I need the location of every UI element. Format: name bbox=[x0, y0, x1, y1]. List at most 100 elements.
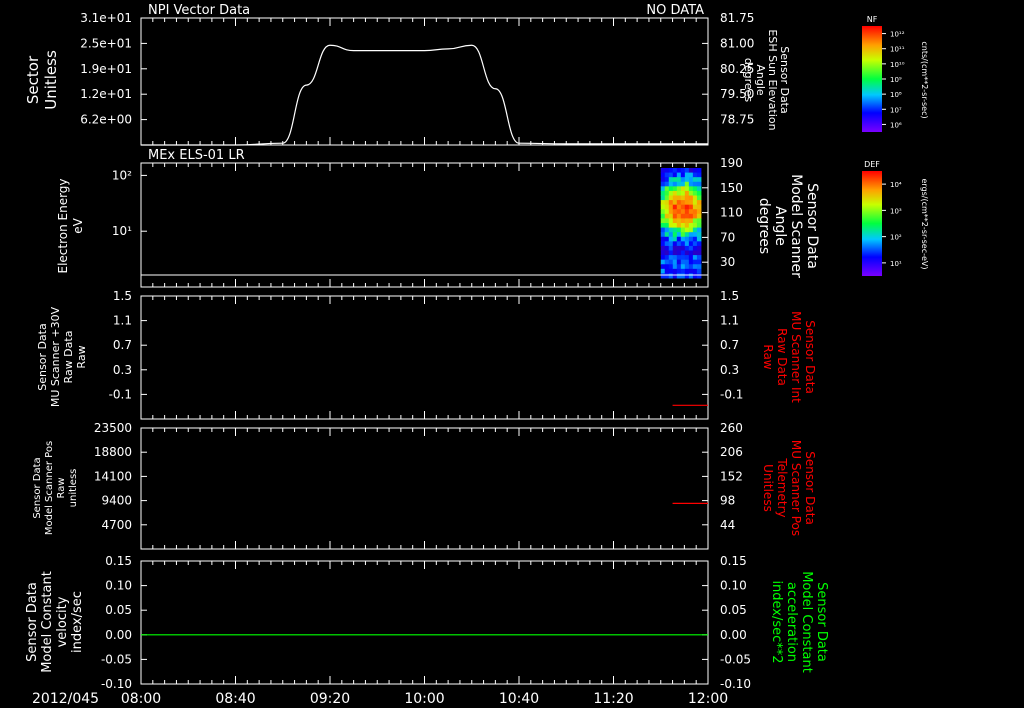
spectrogram-cell bbox=[696, 273, 702, 279]
panel-5-right-tick-label: 0.15 bbox=[720, 554, 747, 568]
panel-2-frame bbox=[140, 162, 709, 288]
spectrogram-cell bbox=[672, 227, 678, 233]
spectrogram-cell bbox=[660, 186, 666, 192]
panel-4-frame bbox=[140, 427, 709, 550]
panel-4-left-label-4: unitless bbox=[68, 469, 79, 508]
spectrogram-cell bbox=[688, 245, 694, 251]
panel-2-left-tick-label: 10¹ bbox=[112, 224, 132, 238]
spectrogram-cell bbox=[688, 204, 694, 210]
spectrogram-cell bbox=[676, 232, 682, 238]
panel-5-frame bbox=[140, 560, 709, 685]
panel-4: 23500 18800 14100 9400 4700 260 206 152 98 44 Se… bbox=[32, 421, 817, 550]
spectrogram-cell bbox=[692, 273, 698, 279]
spectrogram-cell bbox=[688, 168, 694, 174]
spectrogram-cell bbox=[688, 255, 694, 261]
spectrogram-cell bbox=[688, 273, 694, 279]
spectrogram-cell bbox=[664, 259, 670, 265]
spectrogram-cell bbox=[672, 273, 678, 279]
spectrogram-cell bbox=[664, 264, 670, 270]
panel-1-left-ticks: 3.1e+01 2.5e+01 1.9e+01 1.2e+01 6.2e+00 bbox=[80, 11, 709, 145]
panel-3-left-label-2: MU Scanner +30V bbox=[49, 306, 62, 407]
spectrogram-cell bbox=[680, 268, 686, 274]
spectrogram-cell bbox=[660, 177, 666, 183]
spectrogram-cell bbox=[668, 227, 674, 233]
spectrogram-cell bbox=[676, 245, 682, 251]
spectrogram-cell bbox=[692, 268, 698, 274]
spectrogram-cell bbox=[672, 255, 678, 261]
spectrogram-cell bbox=[688, 172, 694, 178]
panel-2: MEx ELS-01 LR 10² 10¹ 190 150 110 70 30 Elect… bbox=[56, 148, 820, 288]
spectrogram-cell bbox=[680, 227, 686, 233]
spectrogram-cell bbox=[692, 236, 698, 242]
spectrogram-cell bbox=[692, 255, 698, 261]
spectrogram-cell bbox=[692, 177, 698, 183]
colorbar-tick-label: 10¹¹ bbox=[890, 46, 905, 54]
panel-3-left-ticks: 1.5 1.1 0.7 0.3 -0.1 bbox=[109, 289, 709, 419]
panel-1-right-tick-label: 81.75 bbox=[720, 11, 754, 25]
panel-3-left-label-1: Sensor Data bbox=[36, 323, 49, 390]
panel-5-left-tick-label: 0.00 bbox=[105, 628, 132, 642]
spectrogram-cell bbox=[672, 264, 678, 270]
panel-4-left-tick-label: 14100 bbox=[94, 469, 132, 483]
spectrogram-cell bbox=[668, 264, 674, 270]
spectrogram-cell bbox=[680, 245, 686, 251]
panel-2-spectrogram bbox=[660, 168, 702, 279]
spectrogram-cell bbox=[684, 190, 690, 196]
spectrogram-cell bbox=[660, 255, 666, 261]
spectrogram-cell bbox=[664, 172, 670, 178]
spectrogram-cell bbox=[672, 200, 678, 206]
spectrogram-cell bbox=[696, 223, 702, 229]
spectrogram-cell bbox=[676, 241, 682, 247]
spectrogram-cell bbox=[664, 204, 670, 210]
spectrogram-cell bbox=[684, 255, 690, 261]
spectrogram-cell bbox=[696, 241, 702, 247]
spectrogram-cell bbox=[680, 181, 686, 187]
spectrogram-cell bbox=[668, 213, 674, 219]
spectrogram-cell bbox=[668, 177, 674, 183]
panel-2-right-tick-label: 70 bbox=[720, 230, 735, 244]
spectrogram-cell bbox=[692, 195, 698, 201]
spectrogram-cell bbox=[664, 255, 670, 261]
spectrogram-cell bbox=[676, 195, 682, 201]
spectrogram-cell bbox=[660, 268, 666, 274]
time-tick-label: 10:00 bbox=[404, 691, 444, 707]
spectrogram-cell bbox=[668, 195, 674, 201]
spectrogram-cell bbox=[692, 200, 698, 206]
spectrogram-cell bbox=[664, 268, 670, 274]
spectrogram-cell bbox=[676, 204, 682, 210]
colorbar-def-label: DEF bbox=[864, 160, 880, 169]
colorbar-tick-label: 10⁶ bbox=[890, 121, 902, 129]
colorbar-tick-label: 10³ bbox=[890, 207, 902, 215]
panel-5-left-label-3: velocity bbox=[55, 596, 70, 647]
spectrogram-cell bbox=[660, 181, 666, 187]
spectrogram-cell bbox=[696, 218, 702, 224]
time-tick-label: 12:00 bbox=[688, 691, 728, 707]
panel-5: 0.150.100.050.00-0.05-0.10 0.150.100.050… bbox=[25, 554, 829, 691]
spectrogram-cell bbox=[664, 209, 670, 215]
spectrogram-cell bbox=[688, 236, 694, 242]
spectrogram-cell bbox=[680, 209, 686, 215]
spectrogram-cell bbox=[668, 181, 674, 187]
panel-1-left-tick-label: 3.1e+01 bbox=[80, 11, 132, 25]
colorbar-tick-label: 10⁴ bbox=[890, 181, 902, 189]
spectrogram-cell bbox=[664, 218, 670, 224]
spectrogram-cell bbox=[680, 241, 686, 247]
panel-5-left-tick-label: 0.15 bbox=[105, 554, 132, 568]
spectrogram-cell bbox=[672, 245, 678, 251]
spectrogram-cell bbox=[668, 268, 674, 274]
panel-1-title: NPI Vector Data bbox=[148, 3, 250, 18]
panel-3-right-tick-label: 1.1 bbox=[720, 314, 739, 328]
panel-3-left-tick-label: 1.1 bbox=[113, 314, 132, 328]
panel-4-left-label-1: Sensor Data bbox=[32, 457, 43, 518]
spectrogram-cell bbox=[684, 204, 690, 210]
spectrogram-cell bbox=[672, 190, 678, 196]
spectrogram-cell bbox=[688, 186, 694, 192]
spectrogram-cell bbox=[672, 209, 678, 215]
panel-5-right-label-2: Model Constant bbox=[799, 571, 814, 673]
panel-5-right-label-4: index/sec**2 bbox=[769, 580, 784, 663]
colorbar-def-bar bbox=[862, 171, 882, 276]
spectrogram-cell bbox=[660, 264, 666, 270]
panel-4-right-label-1: Sensor Data bbox=[803, 451, 817, 525]
spectrogram-cell bbox=[692, 213, 698, 219]
spectrogram-cell bbox=[676, 255, 682, 261]
